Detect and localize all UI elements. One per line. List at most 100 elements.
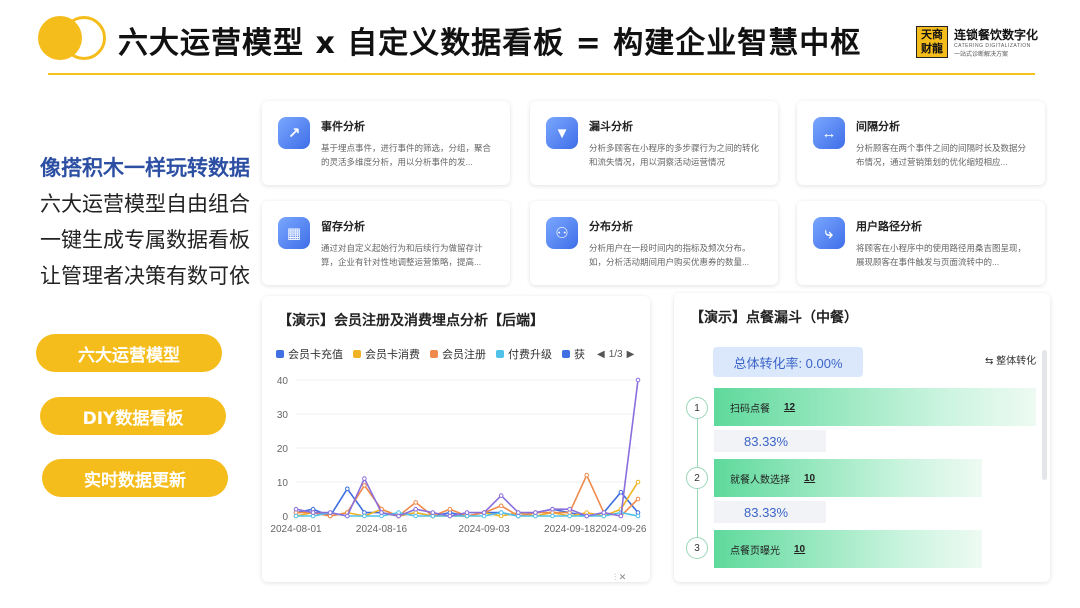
data-point xyxy=(327,510,333,515)
data-point xyxy=(447,506,453,512)
diy-dashboard-button[interactable]: DIY数据看板 xyxy=(40,397,226,435)
legend-swatch xyxy=(353,350,361,358)
legend-label: 付费升级 xyxy=(508,349,552,361)
line-chart: 0 10 20 30 40 2024-08-01 2024-08-16 2024-09-03 2… xyxy=(270,376,647,535)
card-title: 漏斗分析 xyxy=(589,121,633,133)
y-tick-label: 40 xyxy=(277,376,289,387)
legend-item[interactable]: 付费升级 xyxy=(496,346,552,362)
toggle-label: 整体转化 xyxy=(996,356,1037,367)
legend-item[interactable]: 会员卡充值 xyxy=(276,346,343,362)
data-point xyxy=(567,506,572,512)
data-point xyxy=(584,513,590,519)
slogan: 让管理者决策有数可依 xyxy=(40,264,250,288)
legend-label: 会员注册 xyxy=(442,349,486,361)
card-event-analysis[interactable]: ↗ 事件分析 基于埋点事件，进行事件的筛选，分组，聚合的灵活多维度分析，用以分析… xyxy=(262,101,510,185)
data-point xyxy=(464,510,470,515)
legend-label: 获 xyxy=(574,349,585,361)
data-point xyxy=(447,513,453,519)
path-icon: ⤷ xyxy=(813,217,845,249)
data-point xyxy=(515,510,521,515)
data-point xyxy=(362,483,367,488)
step-count[interactable]: 10 xyxy=(804,473,815,484)
card-retention-analysis[interactable]: ▦ 留存分析 通过对自定义起始行为和后续行为做留存计算，企业有针对性地调整运营策… xyxy=(262,201,510,285)
x-tick-label: 2024-09-26 xyxy=(595,524,647,535)
data-point xyxy=(601,510,607,515)
brand-name: 连锁餐饮数字化 xyxy=(954,28,1039,42)
x-tick-label: 2024-09-18 xyxy=(544,524,596,535)
slogan-list: 像搭积木一样玩转数据 六大运营模型自由组合 一键生成专属数据看板 让管理者决策有… xyxy=(40,150,250,294)
step-name: 点餐页曝光 xyxy=(730,545,780,557)
card-interval-analysis[interactable]: ↔ 间隔分析 分析顾客在两个事件之间的间隔时长及数据分布情况，通过营销策划的优化… xyxy=(797,101,1045,185)
data-point xyxy=(345,513,350,519)
chart-toolbar[interactable]: ⫶ ✕ xyxy=(614,572,626,583)
data-point xyxy=(430,510,436,515)
card-title: 间隔分析 xyxy=(856,121,900,133)
step-count[interactable]: 12 xyxy=(784,402,795,413)
card-title: 用户路径分析 xyxy=(856,221,922,233)
legend-item[interactable]: 获 xyxy=(562,346,585,362)
data-point xyxy=(413,506,418,512)
data-point xyxy=(635,513,641,519)
card-funnel-analysis[interactable]: ▼ 漏斗分析 分析多顾客在小程序的多步骤行为之间的转化和流失情况，用以洞察活动运… xyxy=(530,101,778,185)
chart-line-icon: ↗ xyxy=(278,117,310,149)
realtime-update-button[interactable]: 实时数据更新 xyxy=(42,459,228,497)
legend-item[interactable]: 会员注册 xyxy=(430,346,486,362)
swap-icon: ⇆ xyxy=(985,356,994,367)
card-desc: 分析用户在一段时间内的指标及频次分布。如，分析活动期间用户购买优惠券的数量... xyxy=(589,243,751,267)
data-point xyxy=(498,510,504,515)
card-desc: 分析顾客在两个事件之间的间隔时长及数据分布情况，通过营销策划的优化缩短相应... xyxy=(856,143,1027,167)
panel-title: 【演示】点餐漏斗（中餐） xyxy=(690,309,858,325)
step-name: 就餐人数选择 xyxy=(730,474,790,486)
data-point xyxy=(550,506,555,512)
seal-bottom-text: 财龍 xyxy=(921,43,943,55)
event-chart-panel: 【演示】会员注册及消费埋点分析【后端】 会员卡充值 会员卡消费 会员注册 付费升… xyxy=(262,296,650,582)
seal-top-text: 天商 xyxy=(921,29,943,41)
data-point xyxy=(635,377,641,383)
data-point xyxy=(481,510,487,515)
data-point xyxy=(635,479,641,485)
legend-label: 会员卡消费 xyxy=(365,349,420,361)
slogan: 像搭积木一样玩转数据 xyxy=(40,156,250,180)
card-title: 留存分析 xyxy=(321,221,365,233)
data-point xyxy=(293,506,299,512)
step-number: 3 xyxy=(686,537,708,559)
brand-seal: 天商 财龍 xyxy=(916,26,948,58)
step-count[interactable]: 10 xyxy=(794,544,805,555)
data-point xyxy=(379,510,384,515)
outline-circle xyxy=(62,16,106,60)
prev-page-icon[interactable]: ◀ xyxy=(597,349,605,360)
data-point xyxy=(567,513,572,519)
chart-legend: 会员卡充值 会员卡消费 会员注册 付费升级 获 ◀ 1/3 ▶ xyxy=(276,346,636,362)
legend-swatch xyxy=(276,350,284,358)
data-point xyxy=(362,513,367,519)
card-desc: 通过对自定义起始行为和后续行为做留存计算，企业有针对性地调整运营策略，提高... xyxy=(321,243,483,267)
data-point xyxy=(498,493,504,498)
page-title: 六大运营模型 x 自定义数据看板 = 构建企业智慧中枢 xyxy=(118,26,862,61)
data-point xyxy=(345,486,350,492)
step-conversion: 83.33% xyxy=(714,430,826,452)
data-point xyxy=(584,472,590,478)
data-point xyxy=(362,476,367,481)
overall-conversion-toggle[interactable]: ⇆ 整体转化 xyxy=(985,352,1036,367)
data-point xyxy=(310,510,316,515)
page-indicator: 1/3 xyxy=(608,348,623,360)
data-point xyxy=(413,500,418,505)
next-page-icon[interactable]: ▶ xyxy=(627,349,635,360)
step-number: 2 xyxy=(686,467,708,489)
funnel-step[interactable]: 就餐人数选择 10 xyxy=(714,459,982,497)
legend-item[interactable]: 会员卡消费 xyxy=(353,346,420,362)
data-point xyxy=(498,503,504,509)
slogan: 一键生成专属数据看板 xyxy=(40,228,250,252)
funnel-step[interactable]: 扫码点餐 12 xyxy=(714,388,1036,426)
card-desc: 将顾客在小程序中的使用路径用桑吉图呈现，展现顾客在事件触发与页面流转中的... xyxy=(856,243,1027,267)
series-line xyxy=(296,474,639,517)
card-desc: 分析多顾客在小程序的多步骤行为之间的转化和流失情况，用以洞察活动运营情况 xyxy=(589,143,760,167)
card-distribution-analysis[interactable]: ⚇ 分布分析 分析用户在一段时间内的指标及频次分布。如，分析活动期间用户购买优惠… xyxy=(530,201,778,285)
six-models-button[interactable]: 六大运营模型 xyxy=(36,334,222,372)
card-path-analysis[interactable]: ⤷ 用户路径分析 将顾客在小程序中的使用路径用桑吉图呈现，展现顾客在事件触发与页… xyxy=(797,201,1045,285)
funnel-scrollbar[interactable] xyxy=(1042,350,1047,480)
step-conversion: 83.33% xyxy=(714,501,826,523)
funnel-step[interactable]: 点餐页曝光 10 xyxy=(714,530,982,568)
data-point xyxy=(635,496,641,502)
panel-title: 【演示】会员注册及消费埋点分析【后端】 xyxy=(278,312,544,328)
